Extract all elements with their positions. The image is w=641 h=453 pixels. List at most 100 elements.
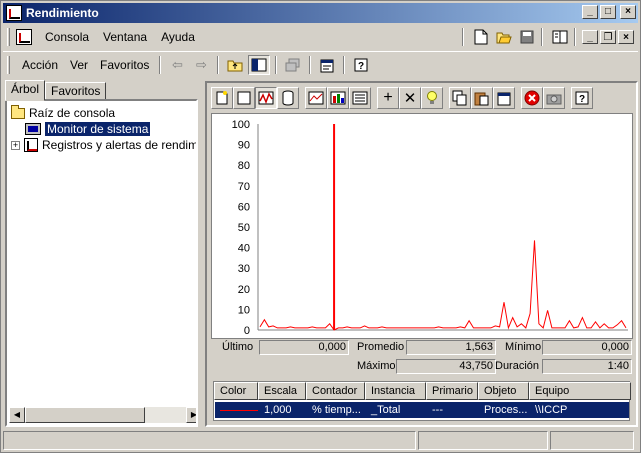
menu-consola[interactable]: Consola (38, 30, 96, 44)
y-tick-label: 20 (238, 284, 250, 296)
delete-counter-button[interactable]: ✕ (399, 87, 421, 109)
menu-ayuda[interactable]: Ayuda (154, 30, 202, 44)
mdi-minimize-button[interactable]: _ (582, 30, 598, 44)
save-disk-icon (520, 30, 534, 44)
stat-value-duracion: 1:40 (542, 359, 632, 374)
monitor-help-button[interactable]: ? (571, 87, 593, 109)
window-title: Rendimiento (26, 6, 99, 20)
forward-button[interactable]: ⇨ (190, 55, 212, 75)
properties-button[interactable] (316, 55, 338, 75)
stat-label-minimo: Mínimo (505, 341, 542, 353)
column-instancia[interactable]: Instancia (365, 382, 426, 400)
tree-node-console-root[interactable]: Raíz de consola (11, 104, 116, 121)
column-escala[interactable]: Escala (258, 382, 306, 400)
y-tick-label: 90 (238, 140, 250, 152)
up-level-button[interactable] (224, 55, 246, 75)
scroll-left-icon[interactable]: ◀ (9, 407, 25, 423)
help-button[interactable]: ? (350, 55, 372, 75)
separator (275, 55, 278, 74)
column-contador[interactable]: Contador (306, 382, 365, 400)
scroll-right-icon[interactable]: ▶ (186, 407, 196, 423)
stat-label-promedio: Promedio (357, 341, 405, 353)
current-activity-icon (258, 91, 274, 105)
view-report-button[interactable] (349, 87, 371, 109)
mdi-close-button[interactable]: × (618, 30, 634, 44)
mdi-restore-button[interactable]: ❐ (600, 30, 616, 44)
copy-properties-button[interactable] (449, 87, 471, 109)
paste-counter-list-button[interactable] (471, 87, 493, 109)
open-button[interactable] (494, 28, 514, 46)
delete-button[interactable] (282, 55, 304, 75)
status-pane-3 (550, 431, 634, 450)
new-document-icon (474, 29, 488, 45)
delete-x-icon: ✕ (403, 90, 417, 107)
separator (574, 28, 576, 46)
console-menu-icon[interactable] (16, 29, 32, 45)
menu-grip[interactable] (7, 28, 10, 46)
tab-favoritos[interactable]: Favoritos (45, 82, 107, 100)
menu-ventana[interactable]: Ventana (96, 30, 154, 44)
view-graph-button[interactable] (305, 87, 327, 109)
close-button[interactable]: × (620, 5, 636, 19)
column-primario[interactable]: Primario (426, 382, 478, 400)
window-list-button[interactable] (550, 28, 570, 46)
tree-node-system-monitor[interactable]: Monitor de sistema (25, 121, 151, 137)
save-button[interactable] (517, 28, 537, 46)
separator (343, 55, 346, 74)
separator (541, 28, 543, 46)
scroll-thumb[interactable] (25, 407, 145, 423)
chart-properties-button[interactable] (493, 87, 515, 109)
freeze-display-button[interactable] (521, 87, 543, 109)
menu-ver[interactable]: Ver (64, 58, 94, 72)
counter-parent: --- (432, 404, 443, 416)
tree-node-label: Raíz de consola (29, 106, 116, 120)
svg-text:?: ? (358, 61, 364, 72)
add-counter-button[interactable]: + (377, 87, 399, 109)
properties-icon (320, 59, 334, 72)
menu-accion[interactable]: Acción (16, 58, 64, 72)
scroll-track[interactable] (25, 407, 186, 423)
minimize-button[interactable]: _ (582, 5, 598, 19)
column-color[interactable]: Color (214, 382, 258, 400)
update-data-button[interactable] (543, 87, 565, 109)
column-equipo[interactable]: Equipo (529, 382, 631, 400)
paste-icon (474, 92, 489, 106)
view-current-activity-button[interactable] (255, 87, 277, 109)
status-bar (3, 431, 638, 451)
tree-node-logs-alerts[interactable]: + Registros y alertas de rendimiento (11, 137, 196, 153)
column-objeto[interactable]: Objeto (478, 382, 529, 400)
new-console-button[interactable] (471, 28, 491, 46)
menu-bar: Consola Ventana Ayuda _ ❐ × (3, 25, 638, 49)
separator (462, 28, 464, 46)
app-window: Rendimiento _ □ × Consola Ventana Ayuda (0, 0, 641, 453)
stat-value-ultimo: 0,000 (259, 340, 349, 355)
stacked-windows-icon (285, 58, 300, 71)
freeze-stop-icon (524, 90, 540, 106)
maximize-button[interactable]: □ (600, 5, 616, 19)
back-button[interactable]: ⇦ (166, 55, 188, 75)
tree-horizontal-scrollbar[interactable]: ◀ ▶ (9, 407, 196, 423)
clear-display-button[interactable] (233, 87, 255, 109)
log-data-cylinder-icon (282, 90, 294, 106)
y-tick-label: 70 (238, 181, 250, 193)
performance-logs-icon (24, 138, 38, 152)
y-tick-label: 40 (238, 243, 250, 255)
y-tick-label: 10 (238, 304, 250, 316)
view-log-data-button[interactable] (277, 87, 299, 109)
window-controls: _ □ × (580, 5, 636, 19)
view-histogram-button[interactable] (327, 87, 349, 109)
expand-icon[interactable]: + (11, 140, 20, 150)
highlight-button[interactable] (421, 87, 443, 109)
system-monitor-icon (25, 123, 41, 135)
counter-row[interactable]: 1,000 % tiemp... _Total --- Proces... \\… (215, 402, 629, 418)
tree-tabs: Árbol Favoritos (5, 80, 107, 101)
monitor-toolbar: + ✕ ? (211, 85, 593, 111)
show-hide-tree-button[interactable] (248, 54, 271, 75)
new-counter-set-button[interactable] (211, 87, 233, 109)
toolbar-grip[interactable] (7, 55, 10, 74)
counter-legend: Color Escala Contador Instancia Primario… (213, 381, 631, 421)
tab-arbol[interactable]: Árbol (5, 80, 46, 101)
open-folder-icon (496, 32, 512, 44)
stat-value-minimo: 0,000 (542, 340, 632, 355)
menu-favoritos[interactable]: Favoritos (94, 58, 155, 72)
